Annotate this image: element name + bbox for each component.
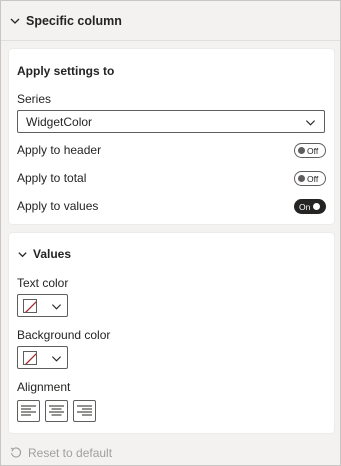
chevron-down-icon [305,120,316,126]
background-color-picker[interactable] [17,346,68,369]
apply-to-values-label: Apply to values [17,199,99,213]
values-card: Values Text color Background color Align… [9,233,334,433]
alignment-label: Alignment [17,380,71,394]
chevron-down-icon [10,18,20,24]
reset-icon [10,447,22,458]
apply-to-total-toggle[interactable]: Off [294,171,326,186]
series-dropdown[interactable]: WidgetColor [17,110,325,133]
apply-to-values-toggle[interactable]: On [294,199,326,214]
background-color-label: Background color [17,328,111,342]
toggle-state-text: On [299,201,311,212]
align-right-icon [77,405,92,416]
no-color-swatch-icon [23,351,37,365]
chevron-down-icon [51,304,62,310]
toggle-knob [298,175,305,182]
toggle-state-text: Off [307,173,319,184]
align-center-button[interactable] [45,400,68,422]
series-dropdown-value: WidgetColor [26,114,93,129]
toggle-knob [313,203,321,210]
apply-to-header-toggle[interactable]: Off [294,143,326,158]
section-title: Specific column [26,13,122,28]
align-left-button[interactable] [17,400,40,422]
values-title: Values [33,247,72,261]
toggle-knob [298,147,305,154]
text-color-label: Text color [17,276,69,290]
apply-to-total-label: Apply to total [17,171,87,185]
align-right-button[interactable] [73,400,96,422]
apply-settings-card: Apply settings to Series WidgetColor App… [9,49,334,224]
values-section-header[interactable]: Values [17,247,71,261]
align-center-icon [49,405,64,416]
text-color-picker[interactable] [17,294,68,317]
align-left-icon [21,405,36,416]
reset-to-default-button[interactable]: Reset to default [10,446,112,460]
no-color-swatch-icon [23,299,37,313]
apply-settings-title: Apply settings to [17,64,115,78]
format-pane: Specific column Apply settings to Series… [0,0,341,466]
apply-to-header-label: Apply to header [17,143,102,157]
specific-column-section-header[interactable]: Specific column [1,1,340,41]
series-label: Series [17,92,52,106]
toggle-state-text: Off [307,145,319,156]
chevron-down-icon [18,251,27,257]
chevron-down-icon [51,356,62,362]
reset-label: Reset to default [28,446,113,460]
